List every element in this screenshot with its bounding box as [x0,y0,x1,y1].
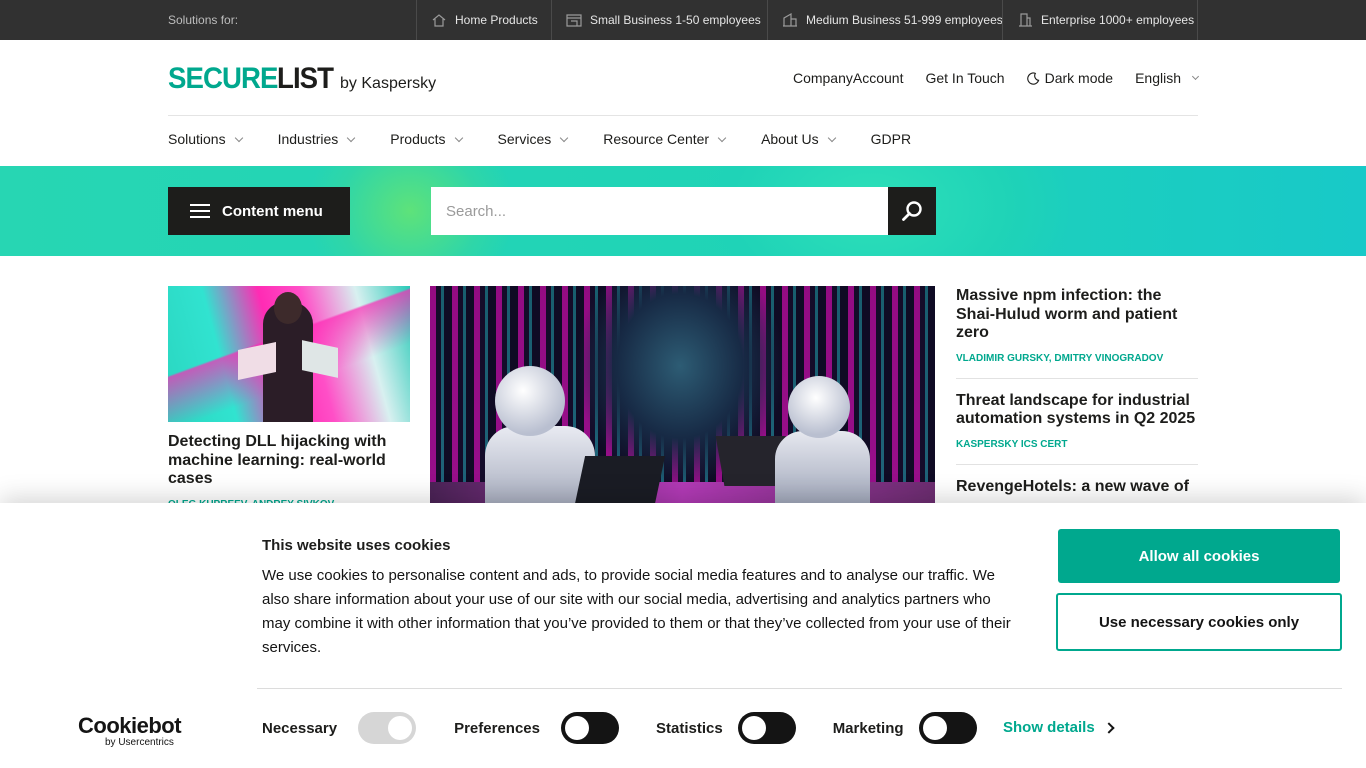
topbar-medium-business-label: Medium Business 51-999 employees [806,13,1003,27]
nav-solutions[interactable]: Solutions [168,131,243,147]
get-in-touch-link[interactable]: Get In Touch [925,70,1004,86]
show-details-label: Show details [1003,719,1095,736]
language-selector[interactable]: English [1135,70,1200,86]
chevron-down-icon [234,133,243,142]
chevron-down-icon [454,133,463,142]
show-details-link[interactable]: Show details [1003,719,1115,736]
solutions-topbar: Solutions for: Home Products Small Busin… [0,0,1366,40]
content-menu-label: Content menu [222,202,323,220]
side-article-list: Massive npm infection: the Shai-Hulud wo… [956,286,1198,522]
nav-industries[interactable]: Industries [277,131,356,147]
nav-services-label: Services [497,131,552,147]
nav-about-us-label: About Us [761,131,819,147]
cookiebot-logo-text: Cookiebot [78,713,182,738]
moon-icon [1026,71,1039,85]
topbar-home-products[interactable]: Home Products [416,0,552,40]
hamburger-icon [190,204,210,218]
chevron-down-icon [559,133,569,142]
side-article-authors: Vladimir Gursky, Dmitry Vinogradov [956,352,1164,364]
consent-statistics: Statistics [656,712,796,744]
consent-toggles: Necessary Preferences Statistics Marketi… [262,712,977,744]
author-link[interactable]: Dmitry Vinogradov [1054,353,1163,364]
article-title[interactable]: Detecting DLL hijacking with machine lea… [168,433,410,489]
logo-by-kaspersky: by Kaspersky [340,75,437,92]
chevron-down-icon [717,133,727,142]
topbar-home-products-label: Home Products [455,13,538,27]
allow-all-cookies-button[interactable]: Allow all cookies [1058,529,1340,583]
language-label: English [1135,70,1181,86]
content-menu-button[interactable]: Content menu [168,187,350,235]
list-item[interactable]: Threat landscape for industrial automati… [956,391,1198,465]
necessary-toggle [358,712,417,744]
topbar-small-business-label: Small Business 1-50 employees [590,13,761,27]
logo-list: LIST [277,62,334,95]
search-button[interactable] [888,187,936,235]
chevron-right-icon [1103,721,1115,734]
side-article-title[interactable]: RevengeHotels: a new wave of [956,477,1198,497]
usercentrics-logo-text: by Usercentrics [105,737,174,748]
cookie-divider [257,688,1342,689]
side-article-authors: Kaspersky ICS CERT [956,439,1198,450]
consent-preferences: Preferences [454,712,619,744]
chevron-down-icon [1191,72,1200,81]
house-icon [432,14,446,27]
nav-about-us[interactable]: About Us [761,131,836,147]
shop-icon [566,14,582,27]
nav-resource-center-label: Resource Center [603,131,710,147]
statistics-label: Statistics [655,719,723,737]
marketing-label: Marketing [832,719,904,737]
securelist-logo[interactable]: SECURE LIST by Kaspersky [168,62,437,95]
marketing-toggle[interactable] [918,712,977,744]
topbar-enterprise-label: Enterprise 1000+ employees [1041,13,1195,27]
solutions-label: Solutions for: [168,13,239,27]
statistics-toggle[interactable] [737,712,796,744]
building-icon [783,13,797,27]
logo-secure: SECURE [168,62,278,95]
side-article-title[interactable]: Massive npm infection: the Shai-Hulud wo… [956,286,1198,343]
author-link[interactable]: Kaspersky ICS CERT [956,439,1068,450]
search-icon [902,201,922,221]
necessary-cookies-only-button[interactable]: Use necessary cookies only [1056,593,1342,651]
side-article-title[interactable]: Threat landscape for industrial automati… [956,391,1198,429]
author-link[interactable]: Vladimir Gursky [956,353,1049,364]
search-box [431,187,889,235]
dark-mode-toggle[interactable]: Dark mode [1026,70,1114,86]
cookie-title: This website uses cookies [262,537,451,554]
header-links: CompanyAccount Get In Touch Dark mode En… [793,70,1200,86]
nav-services[interactable]: Services [497,131,569,147]
topbar-medium-business[interactable]: Medium Business 51-999 employees [767,0,1003,40]
nav-products-label: Products [390,131,446,147]
chevron-down-icon [347,133,356,142]
main-navigation: Solutions Industries Products Services R… [168,131,947,147]
nav-industries-label: Industries [277,131,339,147]
preferences-toggle[interactable] [560,712,619,744]
featured-article-image[interactable] [430,286,935,504]
list-item[interactable]: Massive npm infection: the Shai-Hulud wo… [956,286,1198,379]
header-divider [168,115,1198,116]
topbar-enterprise[interactable]: Enterprise 1000+ employees [1002,0,1198,40]
article-card-left[interactable]: Detecting DLL hijacking with machine lea… [168,286,410,510]
cookiebot-logo[interactable]: Cookiebot by Usercentrics [78,713,182,748]
consent-necessary: Necessary [262,712,417,744]
chevron-down-icon [827,133,836,142]
preferences-label: Preferences [454,719,540,737]
search-band: Content menu [0,166,1366,256]
nav-resource-center[interactable]: Resource Center [603,131,727,147]
dark-mode-label: Dark mode [1044,70,1114,86]
search-input[interactable] [431,187,889,235]
cookie-description: We use cookies to personalise content an… [262,567,1011,656]
nav-products[interactable]: Products [390,131,463,147]
nav-gdpr-label: GDPR [870,131,912,147]
company-account-link[interactable]: CompanyAccount [793,70,904,86]
skyscraper-icon [1019,13,1032,27]
necessary-label: Necessary [262,719,338,737]
nav-solutions-label: Solutions [168,131,226,147]
cookie-consent-banner: This website uses cookies We use cookies… [0,503,1366,768]
topbar-small-business[interactable]: Small Business 1-50 employees [551,0,768,40]
consent-marketing: Marketing [833,712,977,744]
article-image[interactable] [168,286,410,422]
nav-gdpr[interactable]: GDPR [871,131,911,147]
